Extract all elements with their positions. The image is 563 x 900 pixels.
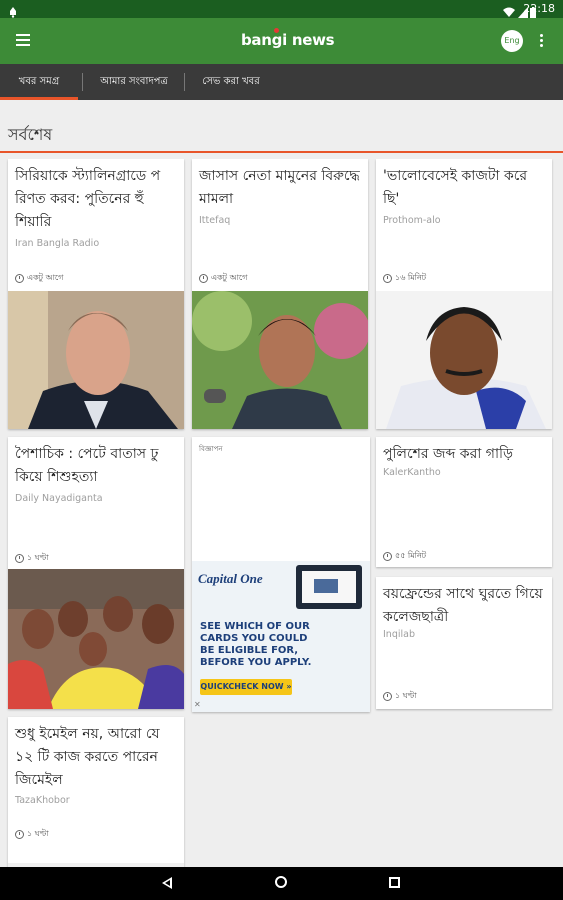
- clock-icon: [383, 274, 392, 283]
- news-title: পৈশাচিক : পেটে বাতাস ঢু কিয়ে শিশুহত্যা: [15, 446, 159, 485]
- news-source: Ittefaq: [199, 215, 231, 226]
- clock-icon: [15, 830, 24, 839]
- overflow-menu-icon[interactable]: [540, 34, 544, 48]
- ad-close-icon[interactable]: ✕: [194, 701, 202, 709]
- tab-divider: [82, 73, 83, 91]
- news-photo: [376, 291, 552, 429]
- news-title: বয়ফ্রেন্ডের সাথে ঘুরতে গিয়ে কলেজছাত্রী: [383, 586, 543, 625]
- news-time: ১ ঘণ্টা: [383, 690, 417, 703]
- clock-icon: [15, 274, 24, 283]
- news-title: জাসাস নেতা মামুনের বিরুদ্ধে মামলা: [199, 168, 360, 207]
- news-source: KalerKantho: [383, 467, 441, 478]
- app-logo: bangi news: [241, 28, 335, 49]
- status-bar: 22:18: [0, 0, 563, 18]
- news-source: TazaKhobor: [15, 795, 70, 806]
- news-title: সিরিয়াকে স্ট্যালিনগ্রাডে প রিণত করব: পু…: [15, 168, 161, 230]
- ad-cta-button[interactable]: QUICKCHECK NOW »: [200, 679, 292, 695]
- clock-icon: [383, 552, 392, 561]
- language-toggle-button[interactable]: Eng: [501, 30, 523, 52]
- home-icon[interactable]: [275, 876, 287, 888]
- status-time: 22:18: [523, 2, 555, 15]
- news-source: Iran Bangla Radio: [15, 238, 100, 249]
- news-source: Prothom-alo: [383, 215, 441, 226]
- news-time: ১৬ মিনিট: [383, 272, 426, 285]
- news-title: শুধু ইমেইল নয়, আরো যে ১২ টি কাজ করতে পা…: [15, 726, 160, 788]
- news-time: ১ ঘণ্টা: [15, 828, 49, 841]
- news-title: 'ভালোবেসেই কাজটা করে ছি': [383, 168, 528, 207]
- news-card[interactable]: বয়ফ্রেন্ডের সাথে ঘুরতে গিয়ে কলেজছাত্রী…: [376, 577, 552, 709]
- notification-icon: [8, 3, 18, 18]
- recent-apps-icon[interactable]: [389, 877, 400, 888]
- ad-headline: SEE WHICH OF OUR CARDS YOU COULD BE ELIG…: [200, 621, 312, 668]
- clock-icon: [15, 554, 24, 563]
- wifi-icon: [503, 3, 515, 17]
- news-photo: [8, 291, 184, 429]
- news-photo: [8, 569, 184, 709]
- news-card[interactable]: পৈশাচিক : পেটে বাতাস ঢু কিয়ে শিশুহত্যা …: [8, 437, 184, 709]
- news-card[interactable]: সিরিয়াকে স্ট্যালিনগ্রাডে প রিণত করব: পু…: [8, 159, 184, 429]
- news-source: Daily Nayadiganta: [15, 493, 103, 504]
- tab-bar: খবর সমগ্র আমার সংবাদপত্র সেভ করা খবর: [0, 64, 563, 100]
- tab-divider: [184, 73, 185, 91]
- ad-banner[interactable]: Capital One SEE WHICH OF OUR CARDS YOU C…: [192, 561, 370, 712]
- clock-icon: [383, 692, 392, 701]
- news-grid: সিরিয়াকে স্ট্যালিনগ্রাডে প রিণত করব: পু…: [0, 159, 563, 867]
- news-time: ৫৫ মিনিট: [383, 550, 426, 563]
- news-title: পুলিশের জব্দ করা গাড়ি: [383, 446, 514, 462]
- system-nav-bar: [0, 867, 563, 900]
- ad-label: বিজ্ঞাপন: [199, 445, 223, 453]
- news-card[interactable]: 'ভালোবেসেই কাজটা করে ছি' Prothom-alo ১৬ …: [376, 159, 552, 429]
- news-photo: [192, 291, 368, 429]
- news-card[interactable]: পুলিশের জব্দ করা গাড়ি KalerKantho ৫৫ মি…: [376, 437, 552, 567]
- news-source: Inqilab: [383, 629, 415, 640]
- news-time: একটু আগে: [199, 272, 247, 285]
- section-divider: [0, 151, 563, 153]
- advertisement-card[interactable]: বিজ্ঞাপন Capital One SEE WHICH OF OUR CA…: [192, 437, 370, 712]
- tab-all-news[interactable]: খবর সমগ্র: [0, 64, 78, 100]
- back-icon[interactable]: [162, 877, 172, 889]
- app-bar: bangi news Eng: [0, 18, 563, 64]
- tab-saved-news[interactable]: সেভ করা খবর: [186, 64, 276, 100]
- news-card[interactable]: জাসাস নেতা মামুনের বিরুদ্ধে মামলা Ittefa…: [192, 159, 368, 429]
- clock-icon: [199, 274, 208, 283]
- section-title: সর্বশেষ: [8, 125, 53, 144]
- hamburger-menu-icon[interactable]: [16, 34, 30, 46]
- tab-my-newspapers[interactable]: আমার সংবাদপত্র: [84, 64, 184, 100]
- news-time: ১ ঘণ্টা: [15, 552, 49, 565]
- ad-brand: Capital One: [198, 571, 263, 586]
- ad-tablet-image: [296, 565, 362, 609]
- news-time: একটু আগে: [15, 272, 63, 285]
- news-card[interactable]: শুধু ইমেইল নয়, আরো যে ১২ টি কাজ করতে পা…: [8, 717, 184, 867]
